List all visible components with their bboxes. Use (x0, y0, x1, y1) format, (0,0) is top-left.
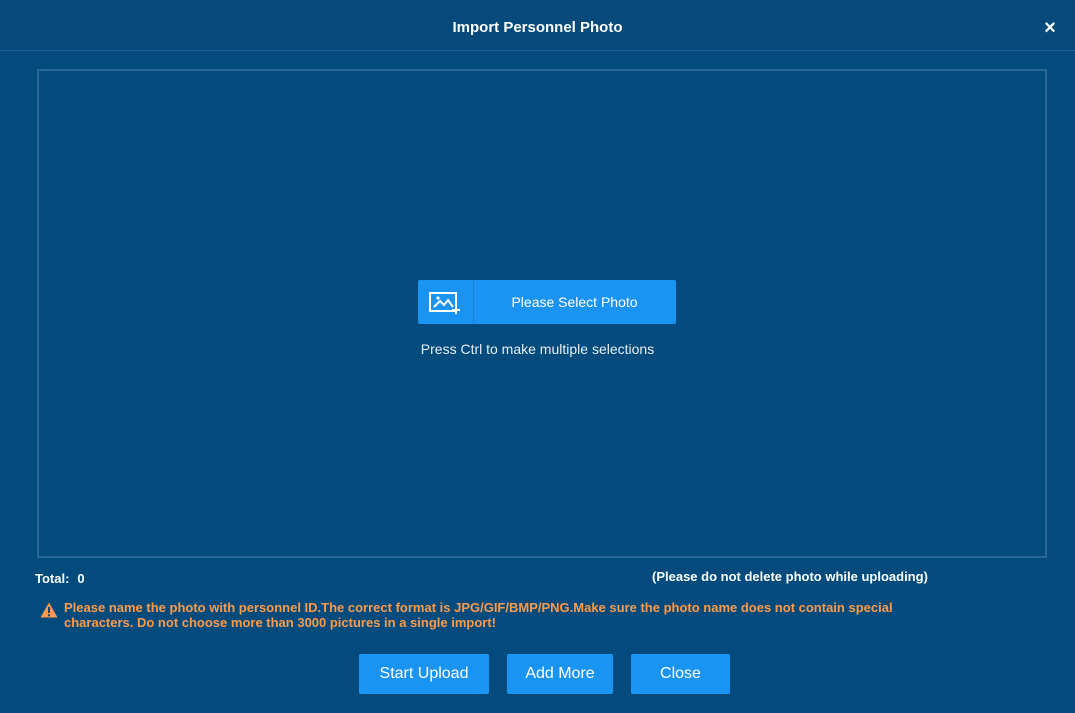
warning-line-2: characters. Do not choose more than 3000… (64, 615, 497, 630)
warning-icon (40, 602, 58, 618)
import-photo-dialog: Import Personnel Photo × Please Select P… (0, 0, 1075, 713)
image-add-icon (418, 280, 474, 324)
dialog-title: Import Personnel Photo (452, 19, 623, 36)
close-button[interactable]: Close (631, 654, 730, 694)
multi-select-hint: Press Ctrl to make multiple selections (420, 341, 655, 357)
total-value: 0 (77, 571, 85, 586)
upload-note: (Please do not delete photo while upload… (652, 569, 928, 584)
warning-line-1: Please name the photo with personnel ID.… (64, 600, 893, 615)
naming-warning: Please name the photo with personnel ID.… (64, 600, 1054, 630)
dialog-titlebar: Import Personnel Photo × (0, 0, 1075, 51)
total-label: Total: (35, 571, 70, 586)
close-icon[interactable]: × (1041, 18, 1059, 38)
add-more-button[interactable]: Add More (507, 654, 613, 694)
total-count: Total: 0 (35, 571, 85, 586)
select-photo-button[interactable]: Please Select Photo (418, 280, 676, 324)
select-photo-label: Please Select Photo (511, 294, 638, 310)
start-upload-button[interactable]: Start Upload (359, 654, 489, 694)
